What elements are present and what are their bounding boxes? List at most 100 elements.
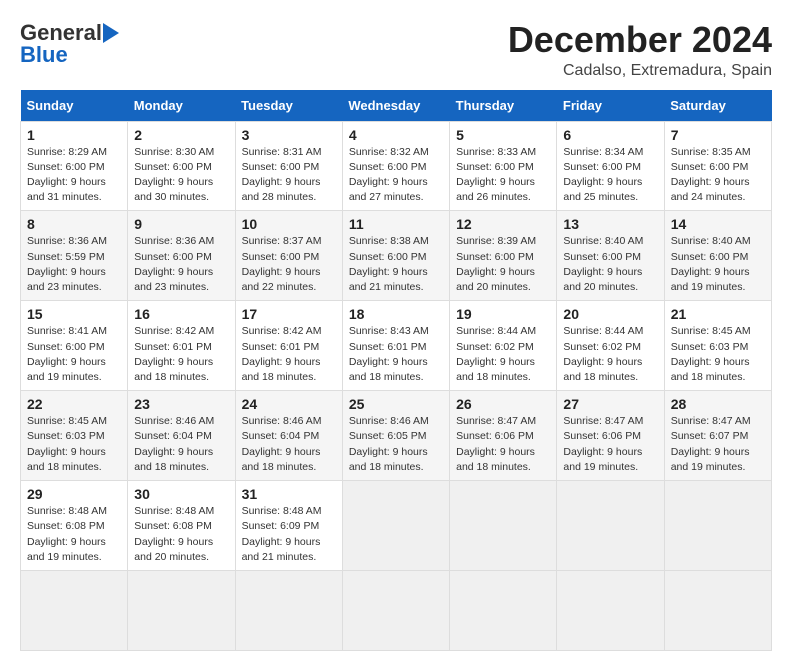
- day-info: Sunrise: 8:33 AM Sunset: 6:00 PM Dayligh…: [456, 145, 550, 206]
- location-subtitle: Cadalso, Extremadura, Spain: [508, 62, 772, 80]
- calendar-cell: 2 Sunrise: 8:30 AM Sunset: 6:00 PM Daylig…: [128, 121, 235, 211]
- day-info: Sunrise: 8:45 AM Sunset: 6:03 PM Dayligh…: [671, 324, 765, 385]
- day-number: 13: [563, 216, 657, 232]
- header-tuesday: Tuesday: [235, 90, 342, 122]
- day-info: Sunrise: 8:44 AM Sunset: 6:02 PM Dayligh…: [456, 324, 550, 385]
- header-friday: Friday: [557, 90, 664, 122]
- calendar-cell: 10Sunrise: 8:37 AM Sunset: 6:00 PM Dayli…: [235, 211, 342, 301]
- calendar-cell: 31 Sunrise: 8:48 AM Sunset: 6:09 PM Dayli…: [235, 481, 342, 571]
- day-info: Sunrise: 8:40 AM Sunset: 6:00 PM Dayligh…: [671, 234, 765, 295]
- day-info: Sunrise: 8:31 AM Sunset: 6:00 PM Dayligh…: [242, 145, 336, 206]
- calendar-cell: 29Sunrise: 8:48 AM Sunset: 6:08 PM Dayli…: [21, 481, 128, 571]
- calendar-cell: [342, 481, 449, 571]
- header-monday: Monday: [128, 90, 235, 122]
- day-number: 25: [349, 396, 443, 412]
- calendar-cell: [664, 481, 771, 571]
- day-info: Sunrise: 8:36 AM Sunset: 5:59 PM Dayligh…: [27, 234, 121, 295]
- calendar-cell: 17 Sunrise: 8:42 AM Sunset: 6:01 PM Dayli…: [235, 301, 342, 391]
- calendar-cell: 5 Sunrise: 8:33 AM Sunset: 6:00 PM Daylig…: [450, 121, 557, 211]
- day-info: Sunrise: 8:29 AM Sunset: 6:00 PM Dayligh…: [27, 145, 121, 206]
- day-number: 8: [27, 216, 121, 232]
- header-thursday: Thursday: [450, 90, 557, 122]
- calendar-cell: 22 Sunrise: 8:45 AM Sunset: 6:03 PM Dayli…: [21, 391, 128, 481]
- calendar-cell: [664, 570, 771, 650]
- calendar-cell: [128, 570, 235, 650]
- day-info: Sunrise: 8:46 AM Sunset: 6:04 PM Dayligh…: [134, 414, 228, 475]
- calendar-cell: 9Sunrise: 8:36 AM Sunset: 6:00 PM Daylig…: [128, 211, 235, 301]
- day-number: 15: [27, 306, 121, 322]
- calendar-cell: 28Sunrise: 8:47 AM Sunset: 6:07 PM Dayli…: [664, 391, 771, 481]
- day-number: 5: [456, 127, 550, 143]
- calendar-cell: 20Sunrise: 8:44 AM Sunset: 6:02 PM Dayli…: [557, 301, 664, 391]
- calendar-cell: [557, 481, 664, 571]
- day-info: Sunrise: 8:46 AM Sunset: 6:04 PM Dayligh…: [242, 414, 336, 475]
- day-number: 14: [671, 216, 765, 232]
- calendar-cell: 13Sunrise: 8:40 AM Sunset: 6:00 PM Dayli…: [557, 211, 664, 301]
- day-number: 18: [349, 306, 443, 322]
- calendar-cell: 27Sunrise: 8:47 AM Sunset: 6:06 PM Dayli…: [557, 391, 664, 481]
- day-info: Sunrise: 8:42 AM Sunset: 6:01 PM Dayligh…: [242, 324, 336, 385]
- calendar-week-row: 22 Sunrise: 8:45 AM Sunset: 6:03 PM Dayli…: [21, 391, 772, 481]
- day-number: 31: [242, 486, 336, 502]
- day-info: Sunrise: 8:47 AM Sunset: 6:06 PM Dayligh…: [456, 414, 550, 475]
- calendar-cell: 6 Sunrise: 8:34 AM Sunset: 6:00 PM Daylig…: [557, 121, 664, 211]
- day-info: Sunrise: 8:30 AM Sunset: 6:00 PM Dayligh…: [134, 145, 228, 206]
- calendar-week-row: 8 Sunrise: 8:36 AM Sunset: 5:59 PM Daylig…: [21, 211, 772, 301]
- calendar-cell: [235, 570, 342, 650]
- calendar-cell: 15 Sunrise: 8:41 AM Sunset: 6:00 PM Dayli…: [21, 301, 128, 391]
- calendar-cell: [450, 481, 557, 571]
- day-number: 16: [134, 306, 228, 322]
- day-number: 10: [242, 216, 336, 232]
- page-header: General Blue December 2024 Cadalso, Extr…: [20, 20, 772, 80]
- day-number: 17: [242, 306, 336, 322]
- calendar-week-row: 15 Sunrise: 8:41 AM Sunset: 6:00 PM Dayli…: [21, 301, 772, 391]
- day-number: 23: [134, 396, 228, 412]
- calendar-cell: 11Sunrise: 8:38 AM Sunset: 6:00 PM Dayli…: [342, 211, 449, 301]
- day-info: Sunrise: 8:48 AM Sunset: 6:08 PM Dayligh…: [134, 504, 228, 565]
- calendar-cell: 19Sunrise: 8:44 AM Sunset: 6:02 PM Dayli…: [450, 301, 557, 391]
- day-number: 24: [242, 396, 336, 412]
- header-saturday: Saturday: [664, 90, 771, 122]
- calendar-cell: 16Sunrise: 8:42 AM Sunset: 6:01 PM Dayli…: [128, 301, 235, 391]
- calendar-cell: [450, 570, 557, 650]
- day-info: Sunrise: 8:45 AM Sunset: 6:03 PM Dayligh…: [27, 414, 121, 475]
- calendar-week-row: 1 Sunrise: 8:29 AM Sunset: 6:00 PM Daylig…: [21, 121, 772, 211]
- day-number: 12: [456, 216, 550, 232]
- calendar-cell: [557, 570, 664, 650]
- calendar-cell: 3 Sunrise: 8:31 AM Sunset: 6:00 PM Daylig…: [235, 121, 342, 211]
- day-number: 22: [27, 396, 121, 412]
- calendar-week-row: 29 Sunrise: 8:48 AM Sunset: 6:08 PM Dayli…: [21, 481, 772, 571]
- calendar-cell: [21, 570, 128, 650]
- logo-blue-text: Blue: [20, 42, 68, 68]
- logo: General Blue: [20, 20, 119, 68]
- day-number: 6: [563, 127, 657, 143]
- day-number: 3: [242, 127, 336, 143]
- day-number: 11: [349, 216, 443, 232]
- day-info: Sunrise: 8:47 AM Sunset: 6:06 PM Dayligh…: [563, 414, 657, 475]
- calendar-table: Sunday Monday Tuesday Wednesday Thursday…: [20, 90, 772, 651]
- logo-arrow-icon: [103, 23, 119, 43]
- day-number: 7: [671, 127, 765, 143]
- calendar-cell: 1 Sunrise: 8:29 AM Sunset: 6:00 PM Daylig…: [21, 121, 128, 211]
- day-number: 2: [134, 127, 228, 143]
- header-sunday: Sunday: [21, 90, 128, 122]
- day-number: 21: [671, 306, 765, 322]
- day-number: 29: [27, 486, 121, 502]
- calendar-cell: 21 Sunrise: 8:45 AM Sunset: 6:03 PM Dayli…: [664, 301, 771, 391]
- day-number: 1: [27, 127, 121, 143]
- calendar-cell: 18 Sunrise: 8:43 AM Sunset: 6:01 PM Dayli…: [342, 301, 449, 391]
- day-info: Sunrise: 8:48 AM Sunset: 6:09 PM Dayligh…: [242, 504, 336, 565]
- day-number: 28: [671, 396, 765, 412]
- calendar-cell: 24 Sunrise: 8:46 AM Sunset: 6:04 PM Dayli…: [235, 391, 342, 481]
- day-info: Sunrise: 8:41 AM Sunset: 6:00 PM Dayligh…: [27, 324, 121, 385]
- day-info: Sunrise: 8:35 AM Sunset: 6:00 PM Dayligh…: [671, 145, 765, 206]
- day-number: 4: [349, 127, 443, 143]
- day-info: Sunrise: 8:44 AM Sunset: 6:02 PM Dayligh…: [563, 324, 657, 385]
- day-info: Sunrise: 8:43 AM Sunset: 6:01 PM Dayligh…: [349, 324, 443, 385]
- day-info: Sunrise: 8:34 AM Sunset: 6:00 PM Dayligh…: [563, 145, 657, 206]
- calendar-cell: 4Sunrise: 8:32 AM Sunset: 6:00 PM Daylig…: [342, 121, 449, 211]
- day-info: Sunrise: 8:46 AM Sunset: 6:05 PM Dayligh…: [349, 414, 443, 475]
- day-info: Sunrise: 8:36 AM Sunset: 6:00 PM Dayligh…: [134, 234, 228, 295]
- day-number: 26: [456, 396, 550, 412]
- title-section: December 2024 Cadalso, Extremadura, Spai…: [508, 20, 772, 80]
